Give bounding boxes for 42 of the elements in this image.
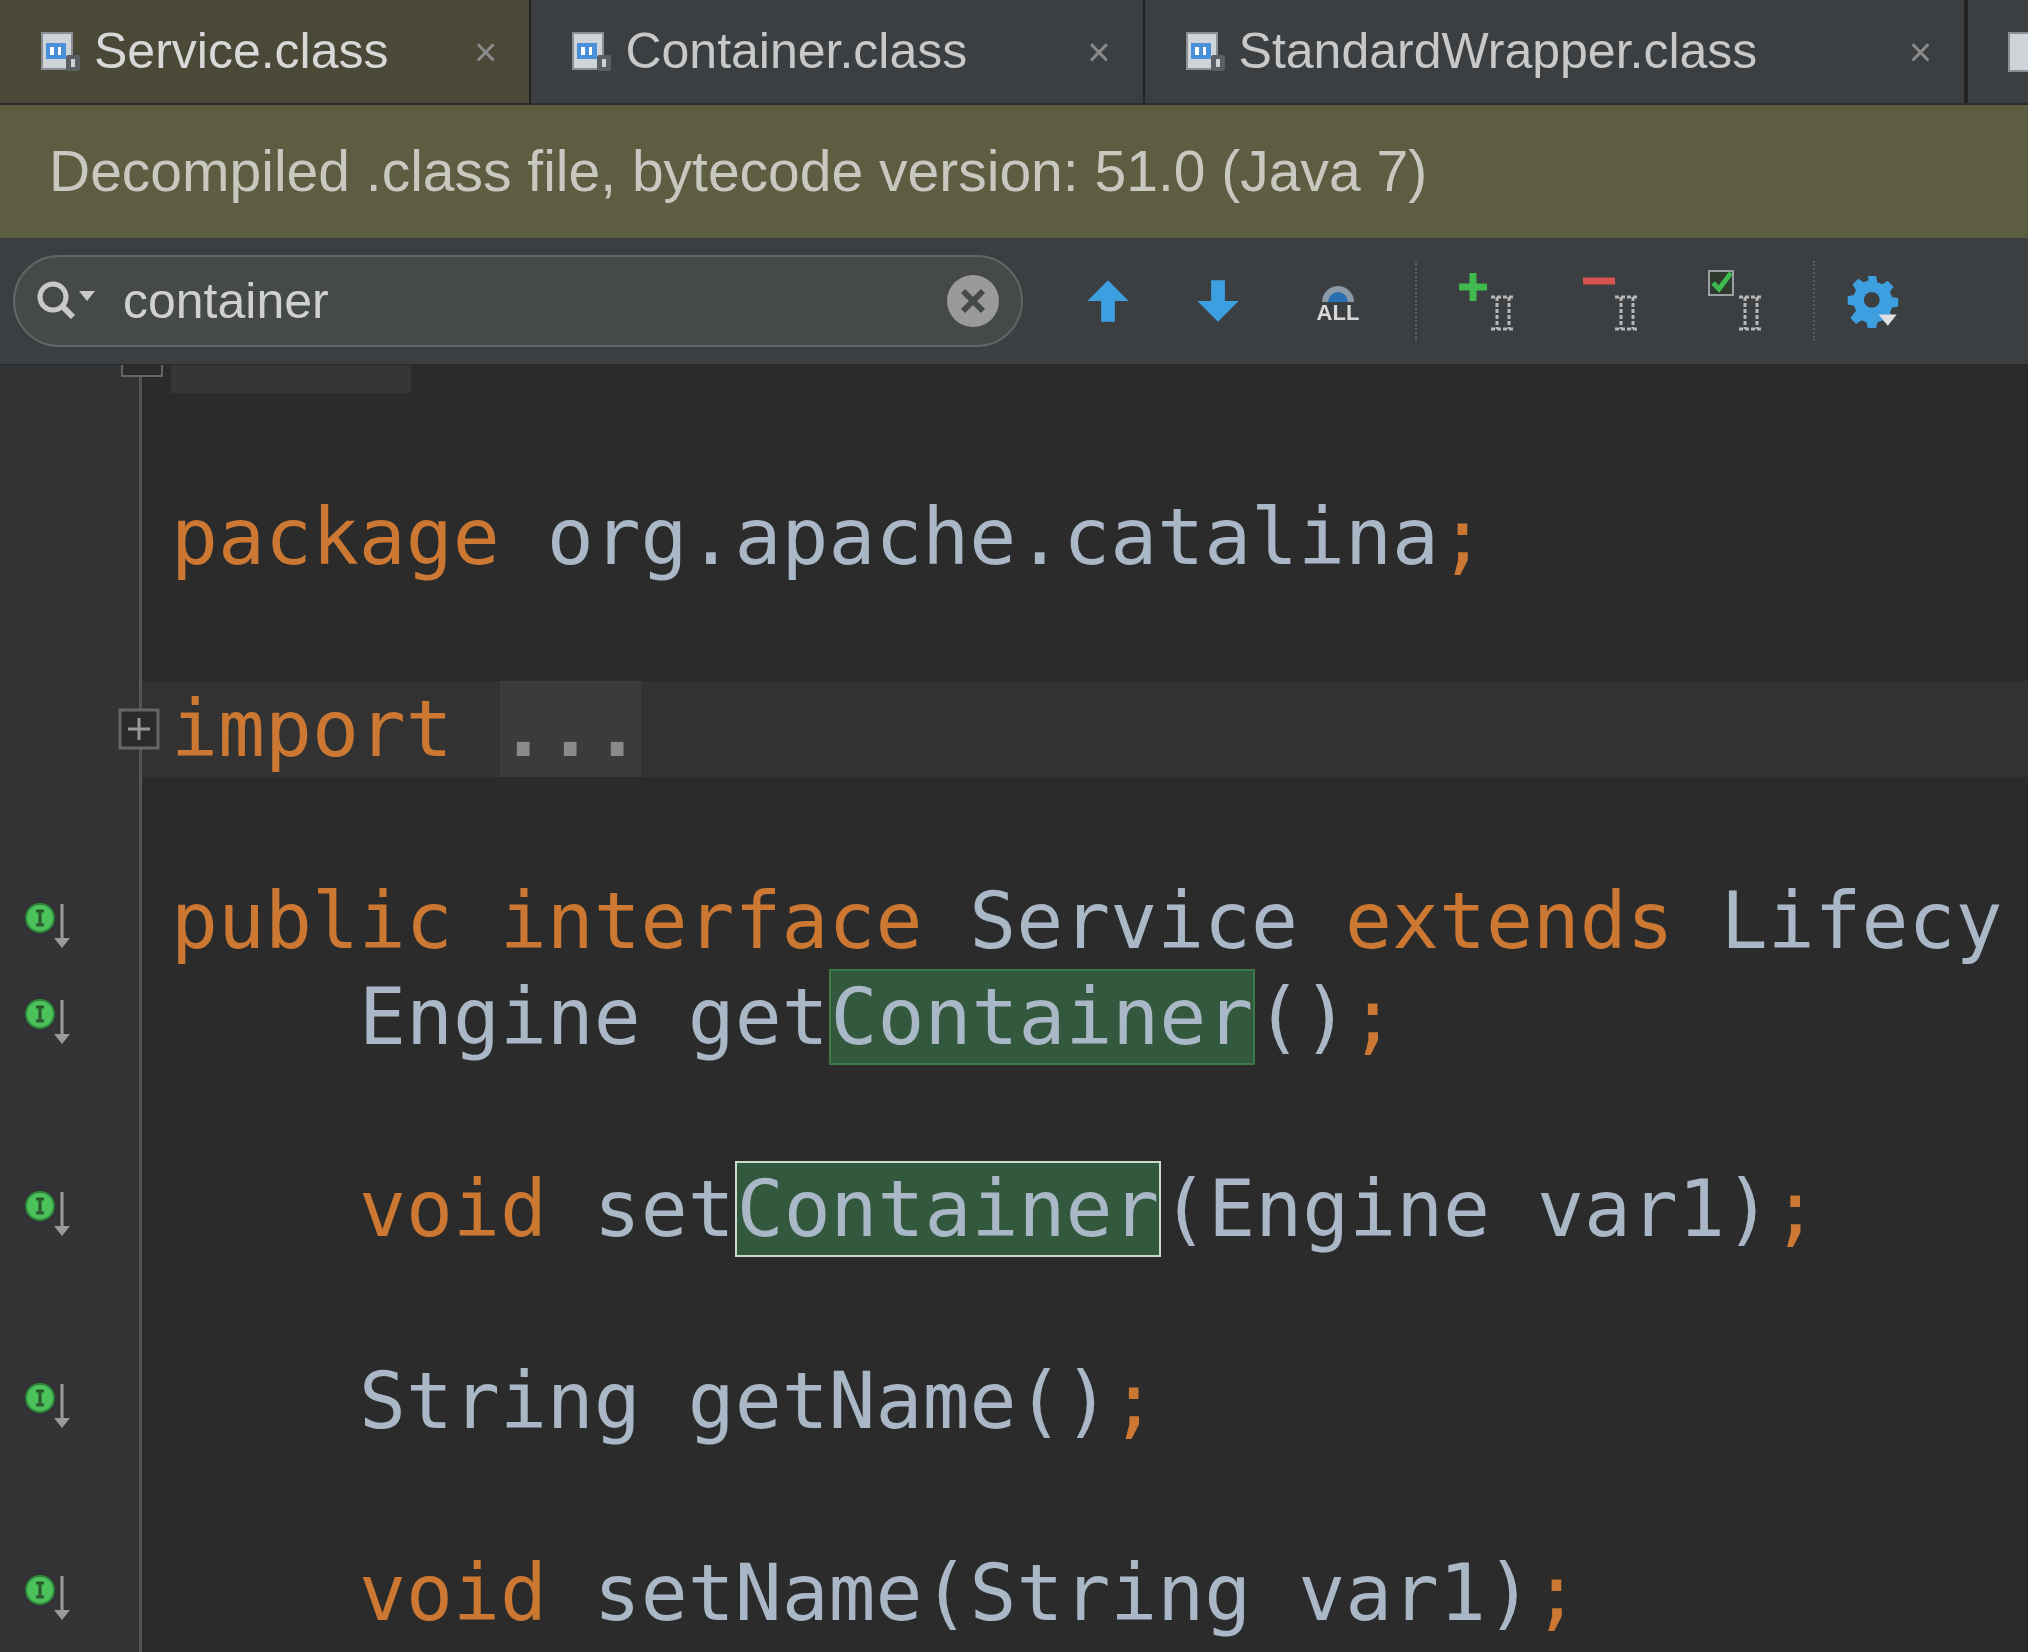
search-match: Container	[828, 969, 1256, 1065]
code-keyword: ;	[1771, 1163, 1819, 1256]
code-keyword: ;	[1438, 491, 1486, 584]
up-arrow-icon	[1085, 278, 1131, 324]
code-keyword: public interface	[171, 875, 923, 968]
tab-label: StandardWrapper.class	[1238, 22, 1758, 81]
editor-tab[interactable]: Service.class ×	[0, 0, 532, 103]
close-tab-button[interactable]: ×	[1087, 31, 1111, 72]
down-arrow-icon	[1195, 278, 1241, 324]
code-keyword: void	[359, 1163, 547, 1256]
code-text: setName(String var1)	[592, 1547, 1533, 1640]
code-keyword: package	[171, 491, 500, 584]
class-file-icon	[40, 30, 82, 73]
code-text: ()	[1255, 971, 1350, 1064]
code-text: Engine get	[359, 971, 829, 1064]
code-text: Lifecy	[1719, 875, 2003, 968]
code-text: (Engine var1)	[1161, 1163, 1772, 1256]
code-text: String getName()	[359, 1355, 1111, 1448]
code-keyword: ;	[1110, 1355, 1158, 1448]
code-text: Service	[968, 875, 1300, 968]
decompiled-notice: Decompiled .class file, bytecode version: 51.0 (Java 7)	[49, 137, 1428, 205]
class-file-icon	[571, 30, 614, 73]
code-keyword: import	[171, 683, 453, 776]
code-text: org.apache.catalina	[545, 491, 1439, 584]
tab-icon	[2008, 31, 2028, 72]
fold-end-marker[interactable]	[121, 365, 163, 377]
expand-fold-icon[interactable]	[118, 708, 160, 750]
folded-imports[interactable]: ...	[499, 681, 641, 777]
settings-icon	[1845, 274, 1899, 328]
close-tab-button[interactable]: ×	[1908, 31, 1932, 72]
search-match: Container	[734, 1161, 1162, 1257]
clear-icon[interactable]	[945, 273, 1001, 329]
code-keyword: extends	[1345, 875, 1674, 968]
class-file-icon	[1184, 30, 1227, 73]
code-keyword: void	[359, 1547, 547, 1640]
tab-label: Container.class	[625, 22, 968, 81]
code-keyword: ;	[1533, 1547, 1580, 1640]
tab-label: Service.class	[94, 22, 389, 81]
select-all-occurrences-button[interactable]: ALL	[1273, 261, 1403, 341]
code-keyword: ;	[1349, 971, 1397, 1064]
code-text: set	[592, 1163, 735, 1256]
search-field[interactable]: container	[13, 255, 1023, 347]
